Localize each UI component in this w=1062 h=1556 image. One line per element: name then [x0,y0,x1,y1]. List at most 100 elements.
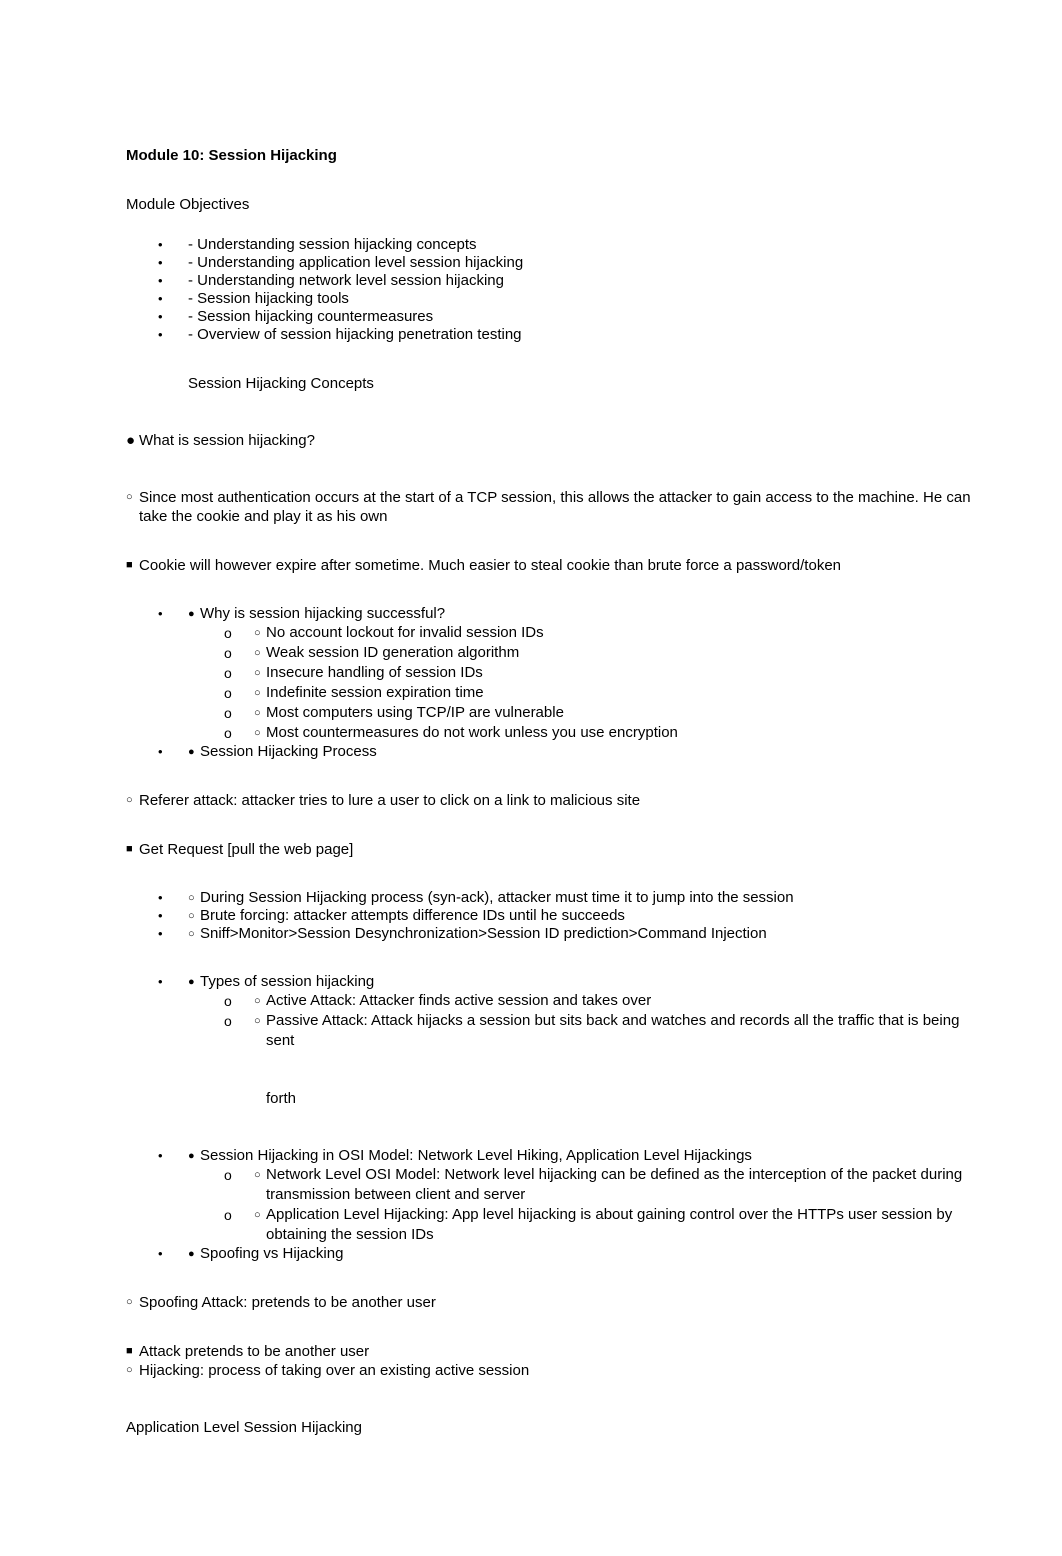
module-objectives-heading: Module Objectives [126,196,250,213]
why-successful-reasons-list: o ○ No account lockout for invalid sessi… [126,623,971,743]
bullet-icon: • [158,1246,163,1261]
hollow-circle-bullet-icon: ○ [126,794,133,806]
hollow-circle-bullet-icon: ○ [126,1364,133,1376]
why-successful-label: Why is session hijacking successful? [200,605,446,622]
authentication-note-text: Since most authentication occurs at the … [139,489,971,525]
list-item-label: Network Level OSI Model: Network level h… [266,1166,963,1203]
hollow-circle-bullet-icon: ○ [254,995,261,1007]
list-item-label: Most computers using TCP/IP are vulnerab… [266,704,564,721]
bullet-icon: • [158,908,163,923]
bullet-icon: • [158,890,163,905]
filled-circle-bullet-icon: ● [126,432,136,449]
cookie-expiry-note-text: Cookie will however expire after sometim… [139,557,842,574]
list-item-label: - Session hijacking countermeasures [188,308,434,325]
session-hijacking-process-item: • ● Session Hijacking Process [126,743,971,761]
hollow-circle-bullet-icon: ○ [254,627,261,639]
bullet-icon: • [158,255,163,270]
hollow-circle-bullet-icon: ○ [126,491,133,503]
list-item: o ○ Insecure handling of session IDs [126,663,971,683]
spoofing-vs-hijacking-item: • ● Spoofing vs Hijacking [126,1245,971,1263]
filled-circle-bullet-icon: ● [188,1248,195,1260]
list-item: o ○ Application Level Hijacking: App lev… [126,1205,971,1245]
hollow-circle-bullet-icon: ○ [188,910,195,922]
osi-model-item: • ● Session Hijacking in OSI Model: Netw… [126,1147,971,1165]
types-sublist: o ○ Active Attack: Attacker finds active… [126,991,971,1051]
list-item: o ○ Passive Attack: Attack hijacks a ses… [126,1011,971,1051]
hollow-circle-bullet-icon: ○ [188,892,195,904]
circle-marker-icon: o [224,625,232,641]
circle-marker-icon: o [224,665,232,681]
get-request-note: ■ Get Request [pull the web page] [126,840,971,859]
hollow-circle-bullet-icon: ○ [254,1015,261,1027]
list-item-label: - Session hijacking tools [188,290,349,307]
bullet-icon: • [158,606,163,621]
list-item-label: During Session Hijacking process (syn-ac… [200,889,794,906]
list-item-label: Application Level Hijacking: App level h… [266,1206,953,1243]
list-item: • ○ Sniff>Monitor>Session Desynchronizat… [126,925,971,943]
hijacking-definition-text: Hijacking: process of taking over an exi… [139,1362,530,1379]
attack-pretends-text: Attack pretends to be another user [139,1343,370,1360]
list-item-label: Insecure handling of session IDs [266,664,483,681]
filled-circle-bullet-icon: ● [188,608,195,620]
hollow-circle-bullet-icon: ○ [254,667,261,679]
hijacking-definition-note: ○ Hijacking: process of taking over an e… [126,1361,971,1380]
spoofing-attack-text: Spoofing Attack: pretends to be another … [139,1294,436,1311]
hollow-circle-bullet-icon: ○ [188,928,195,940]
filled-square-bullet-icon: ■ [126,1345,133,1357]
authentication-note: ○ Since most authentication occurs at th… [126,488,971,526]
circle-marker-icon: o [224,993,232,1009]
filled-square-bullet-icon: ■ [126,843,133,855]
list-item-label: - Understanding session hijacking concep… [188,236,477,253]
list-item-label: Passive Attack: Attack hijacks a session… [266,1012,960,1049]
list-item: • - Session hijacking countermeasures [126,308,971,326]
circle-marker-icon: o [224,705,232,721]
circle-marker-icon: o [224,1167,232,1183]
list-item: • ○ During Session Hijacking process (sy… [126,889,971,907]
bullet-icon: • [158,237,163,252]
document-content: Module 10: Session Hijacking Module Obje… [126,146,971,1437]
types-of-session-hijacking-label: Types of session hijacking [200,973,375,990]
list-item: o ○ Weak session ID generation algorithm [126,643,971,663]
list-item-label: - Overview of session hijacking penetrat… [188,326,522,343]
list-item: o ○ Most countermeasures do not work unl… [126,723,971,743]
osi-model-sublist: o ○ Network Level OSI Model: Network lev… [126,1165,971,1245]
list-item-label: No account lockout for invalid session I… [266,624,544,641]
spoofing-vs-hijacking-label: Spoofing vs Hijacking [200,1245,344,1262]
list-item: • - Understanding session hijacking conc… [126,236,971,254]
list-item-label: - Understanding network level session hi… [188,272,504,289]
attack-pretends-note: ■ Attack pretends to be another user [126,1342,971,1361]
types-of-session-hijacking-item: • ● Types of session hijacking [126,973,971,991]
bullet-icon: • [158,744,163,759]
why-successful-item: • ● Why is session hijacking successful? [126,605,971,623]
list-item: • ○ Brute forcing: attacker attempts dif… [126,907,971,925]
hollow-circle-bullet-icon: ○ [126,1296,133,1308]
list-item-label: Active Attack: Attacker finds active ses… [266,992,652,1009]
list-item-label: Brute forcing: attacker attempts differe… [200,907,625,924]
hollow-circle-bullet-icon: ○ [254,707,261,719]
document-page: Module 10: Session Hijacking Module Obje… [0,0,1062,1556]
what-is-session-hijacking: ● What is session hijacking? [126,431,971,450]
hollow-circle-bullet-icon: ○ [254,687,261,699]
list-item-label: Sniff>Monitor>Session Desynchronization>… [200,925,767,942]
section-heading-application-level: Application Level Session Hijacking [126,1419,362,1436]
filled-circle-bullet-icon: ● [188,1150,195,1162]
bullet-icon: • [158,1148,163,1163]
session-hijacking-process-label: Session Hijacking Process [200,743,377,760]
hollow-circle-bullet-icon: ○ [254,647,261,659]
filled-square-bullet-icon: ■ [126,559,133,571]
circle-marker-icon: o [224,725,232,741]
list-item: • - Understanding application level sess… [126,254,971,272]
referer-attack-note: ○ Referer attack: attacker tries to lure… [126,791,971,810]
referer-attack-text: Referer attack: attacker tries to lure a… [139,792,641,809]
section-heading-concepts: Session Hijacking Concepts [188,375,374,392]
